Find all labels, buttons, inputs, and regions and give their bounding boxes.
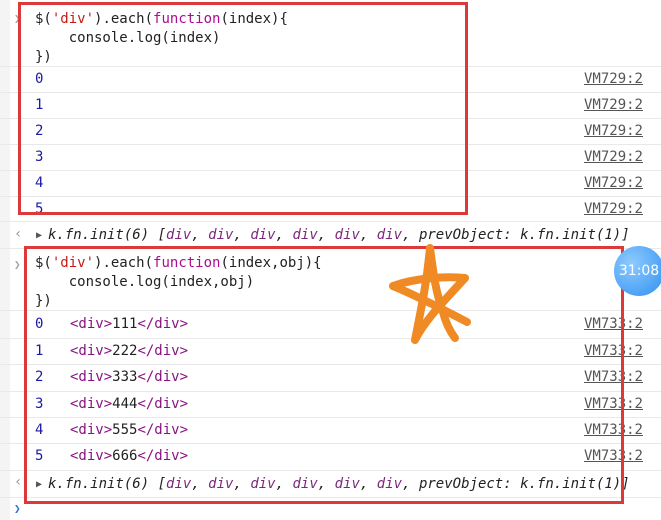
source-link[interactable]: VM729:2 — [584, 97, 643, 113]
source-link[interactable]: VM729:2 — [584, 175, 643, 191]
return-value[interactable]: k.fn.init(6) [div, div, div, div, div, d… — [48, 227, 630, 243]
highlight-box — [24, 246, 624, 504]
source-link[interactable]: VM729:2 — [584, 123, 643, 139]
source-link[interactable]: VM729:2 — [584, 71, 643, 87]
prompt-chevron-icon: ❯ — [14, 258, 21, 271]
return-arrow-icon: ‹ — [14, 474, 23, 490]
star-drawing-icon — [389, 244, 471, 344]
highlight-box — [18, 2, 468, 215]
timer-badge[interactable]: 31:08 — [614, 246, 661, 296]
input-prompt-icon[interactable]: ❯ — [14, 502, 21, 515]
return-arrow-icon: ‹ — [14, 226, 23, 242]
source-link[interactable]: VM729:2 — [584, 149, 643, 165]
expand-triangle-icon[interactable]: ▶ — [36, 230, 42, 241]
source-link[interactable]: VM729:2 — [584, 201, 643, 217]
